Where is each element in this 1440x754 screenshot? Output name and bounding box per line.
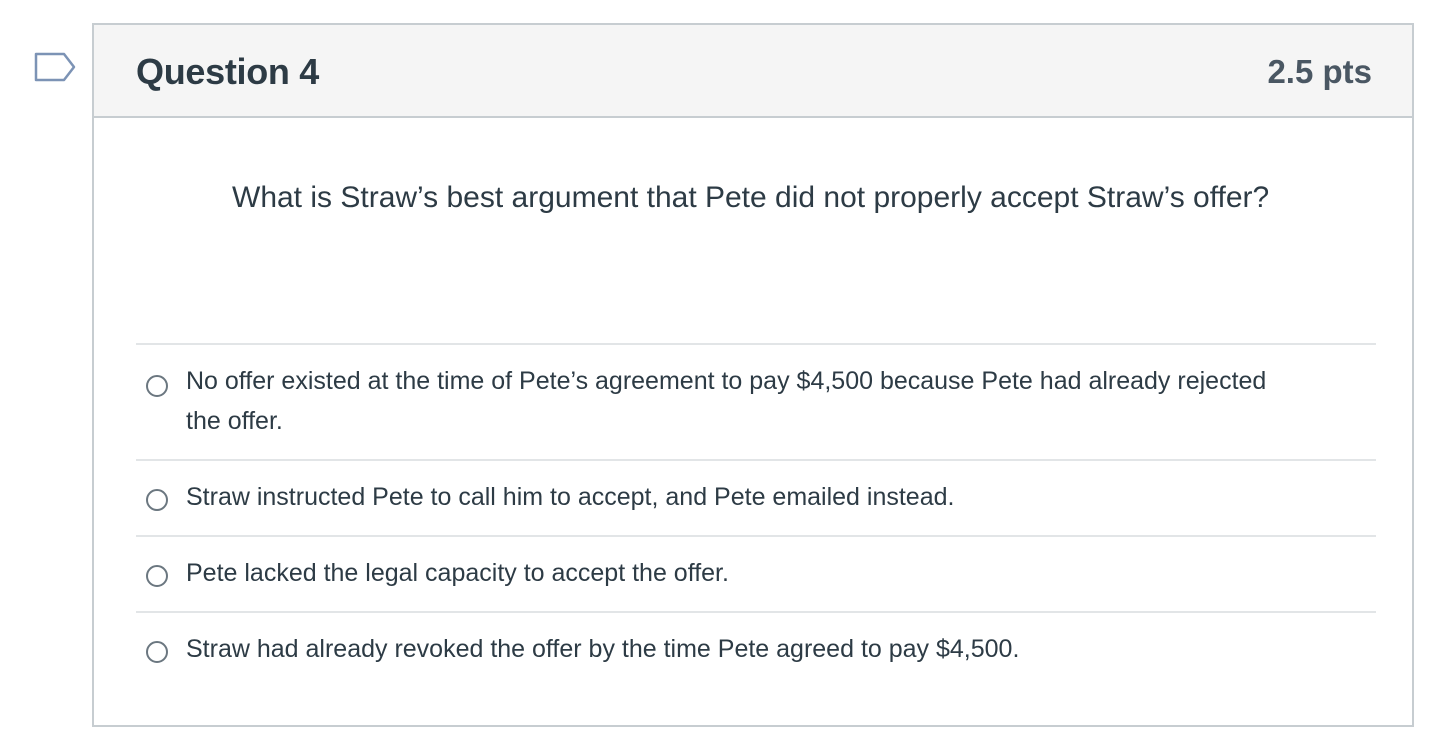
answer-option-2[interactable]: Straw instructed Pete to call him to acc… bbox=[136, 459, 1376, 535]
radio-button-1[interactable] bbox=[146, 375, 168, 397]
radio-button-4[interactable] bbox=[146, 641, 168, 663]
radio-button-2[interactable] bbox=[146, 489, 168, 511]
question-card: Question 4 2.5 pts What is Straw’s best … bbox=[92, 23, 1414, 727]
flag-question-icon[interactable] bbox=[34, 52, 76, 86]
answer-label-2[interactable]: Straw instructed Pete to call him to acc… bbox=[186, 477, 954, 517]
answer-option-1[interactable]: No offer existed at the time of Pete’s a… bbox=[136, 343, 1376, 459]
question-title: Question 4 bbox=[136, 51, 320, 92]
radio-button-3[interactable] bbox=[146, 565, 168, 587]
answer-option-3[interactable]: Pete lacked the legal capacity to accept… bbox=[136, 535, 1376, 611]
answer-label-3[interactable]: Pete lacked the legal capacity to accept… bbox=[186, 553, 729, 593]
question-text: What is Straw’s best argument that Pete … bbox=[232, 181, 1270, 214]
answer-label-1[interactable]: No offer existed at the time of Pete’s a… bbox=[186, 361, 1296, 441]
answer-list: No offer existed at the time of Pete’s a… bbox=[136, 343, 1376, 687]
question-points: 2.5 pts bbox=[1267, 53, 1372, 90]
answer-label-4[interactable]: Straw had already revoked the offer by t… bbox=[186, 629, 1019, 669]
answer-option-4[interactable]: Straw had already revoked the offer by t… bbox=[136, 611, 1376, 687]
question-header: Question 4 2.5 pts bbox=[94, 25, 1412, 118]
